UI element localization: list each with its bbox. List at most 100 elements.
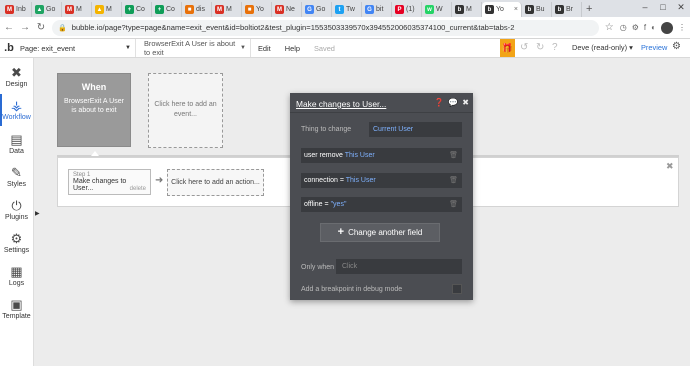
extension-icon[interactable]: ◐ [651, 23, 656, 32]
add-event-placeholder[interactable]: Click here to add an event... [148, 73, 223, 148]
browser-tab-label: M [466, 6, 472, 13]
forward-icon[interactable]: → [20, 22, 30, 33]
browser-tab[interactable]: MM [212, 2, 242, 17]
browser-tab[interactable]: + Co [152, 2, 182, 17]
close-icon[interactable]: ✖ [666, 161, 674, 172]
change-value[interactable]: This User [345, 152, 375, 159]
browser-tab[interactable]: wW [422, 2, 452, 17]
maximize-icon[interactable]: □ [654, 0, 672, 17]
event-card[interactable]: When BrowserExit A User is about to exit [57, 73, 131, 147]
bubble-icon: b [455, 5, 464, 14]
change-row[interactable]: user remove This User 🗑 [301, 148, 462, 163]
sidebar-item-workflow[interactable]: ⚶ Workflow [0, 94, 33, 126]
element-selector[interactable]: BrowserExit A User is about to exit ▼ [136, 39, 251, 57]
close-tab-icon[interactable]: × [514, 6, 518, 13]
browser-tab-label: Co [136, 6, 145, 13]
change-row[interactable]: offline = "yes" 🗑 [301, 197, 462, 212]
undo-icon[interactable]: ↺ [520, 42, 528, 53]
close-window-icon[interactable]: ✕ [672, 0, 690, 17]
plus-icon: + [337, 226, 345, 238]
sidebar-item-settings[interactable]: ⚙ Settings [0, 227, 33, 259]
minimize-icon[interactable]: – [636, 0, 654, 17]
trash-icon[interactable]: 🗑 [449, 200, 458, 208]
template-icon: ▣ [10, 297, 23, 312]
menu-help[interactable]: Help [278, 44, 307, 53]
new-tab-icon[interactable]: + [582, 2, 596, 17]
menu-edit[interactable]: Edit [251, 44, 278, 53]
browser-tab[interactable]: b Bu [522, 2, 552, 17]
browser-tab[interactable]: M Ne [272, 2, 302, 17]
sidebar-item-label: Logs [8, 280, 25, 287]
help-icon[interactable]: ❓ [434, 98, 444, 107]
browser-tab[interactable]: G Go [302, 2, 332, 17]
browser-tab-label: M [106, 6, 112, 13]
browser-tab[interactable]: + Co [122, 2, 152, 17]
property-editor-title[interactable]: Make changes to User... [296, 99, 386, 109]
thing-to-change-field[interactable]: Current User [369, 122, 462, 137]
preview-button[interactable]: Preview [641, 43, 667, 52]
sidebar-item-data[interactable]: ▤ Data [0, 128, 33, 160]
sidebar-item-logs[interactable]: ▦ Logs [0, 260, 33, 292]
gear-icon[interactable]: ⚙ [672, 41, 681, 52]
chevron-down-icon: ▼ [240, 45, 246, 51]
property-editor-header: Make changes to User... ❓ 💬 ✖ [290, 93, 473, 113]
redo-icon[interactable]: ↻ [536, 42, 544, 53]
change-row[interactable]: connection = This User 🗑 [301, 173, 462, 188]
extension-icon[interactable]: ⚙ [632, 23, 639, 32]
sidebar-item-template[interactable]: ▣ Template [0, 293, 33, 325]
gift-icon[interactable]: 🎁 [500, 39, 515, 57]
change-field-name: connection [304, 177, 338, 184]
sidebar-item-styles[interactable]: ✎ Styles [0, 161, 33, 193]
close-icon[interactable]: ✖ [462, 98, 469, 107]
change-value[interactable]: This User [346, 177, 376, 184]
bubble-icon: ■ [185, 5, 194, 14]
sidebar-item-plugins[interactable]: ⏻ Plugins [0, 194, 33, 226]
browser-tab[interactable]: ■ Yo [242, 2, 272, 17]
settings-icon: ⚙ [10, 231, 23, 246]
comment-icon[interactable]: 💬 [448, 98, 458, 107]
browser-tab-label: Bu [536, 6, 545, 13]
action-step-card[interactable]: Step 1 Make changes to User... delete [68, 169, 151, 195]
browser-tab[interactable]: P (1) [392, 2, 422, 17]
add-action-placeholder[interactable]: Click here to add an action... [167, 169, 264, 196]
breakpoint-checkbox[interactable] [452, 284, 462, 294]
property-editor-actions: ❓ 💬 ✖ [434, 98, 469, 107]
trash-icon[interactable]: 🗑 [449, 151, 458, 159]
browser-tab[interactable]: ▲ Go [32, 2, 62, 17]
url-field[interactable]: 🔒 bubble.io/page?type=page&name=exit_eve… [52, 19, 599, 36]
back-icon[interactable]: ← [4, 22, 14, 33]
chevron-down-icon: ▼ [125, 45, 131, 51]
browser-tab[interactable]: MM [62, 2, 92, 17]
profile-avatar[interactable] [661, 21, 673, 34]
thing-to-change-label: Thing to change [301, 126, 352, 133]
browser-tab[interactable]: b Br [552, 2, 582, 17]
step-delete-link[interactable]: delete [130, 186, 146, 192]
browser-tab-label: bit [376, 6, 384, 13]
change-another-field-button[interactable]: + Change another field [320, 223, 440, 242]
browser-tab[interactable]: ▲ M [92, 2, 122, 17]
browser-tab[interactable]: b Yo × [482, 2, 522, 17]
change-value[interactable]: "yes" [331, 201, 347, 208]
breakpoint-label: Add a breakpoint in debug mode [301, 286, 403, 293]
only-when-field[interactable]: Click [336, 259, 462, 274]
browser-tab[interactable]: bM [452, 2, 482, 17]
workflow-icon: ⚶ [10, 98, 23, 113]
browser-tab[interactable]: t Tw [332, 2, 362, 17]
help-icon[interactable]: ? [552, 42, 558, 53]
sidebar-item-design[interactable]: ✖ Design [0, 61, 33, 93]
extension-icon[interactable]: ◷ [620, 23, 627, 32]
version-selector[interactable]: Deve (read-only) ▾ [572, 43, 633, 52]
browser-tab[interactable]: M Inb [2, 2, 32, 17]
browser-tab-label: Co [166, 6, 175, 13]
bubble-logo[interactable]: .b [2, 42, 16, 54]
menu-dots-icon[interactable]: ⋮ [678, 23, 686, 32]
browser-tab[interactable]: Gbit [362, 2, 392, 17]
page-selector[interactable]: Page: exit_event ▼ [18, 39, 136, 57]
bookmark-star-icon[interactable]: ☆ [605, 22, 614, 33]
reload-icon[interactable]: ↻ [36, 22, 46, 33]
left-sidebar: ✖ Design ⚶ Workflow ▤ Data ✎ Styles ⏻ Pl… [0, 58, 34, 366]
chevron-right-icon[interactable]: ▶ [35, 210, 40, 217]
browser-tab[interactable]: ■ dis [182, 2, 212, 17]
trash-icon[interactable]: 🗑 [449, 176, 458, 184]
extension-icon[interactable]: f [644, 23, 646, 32]
